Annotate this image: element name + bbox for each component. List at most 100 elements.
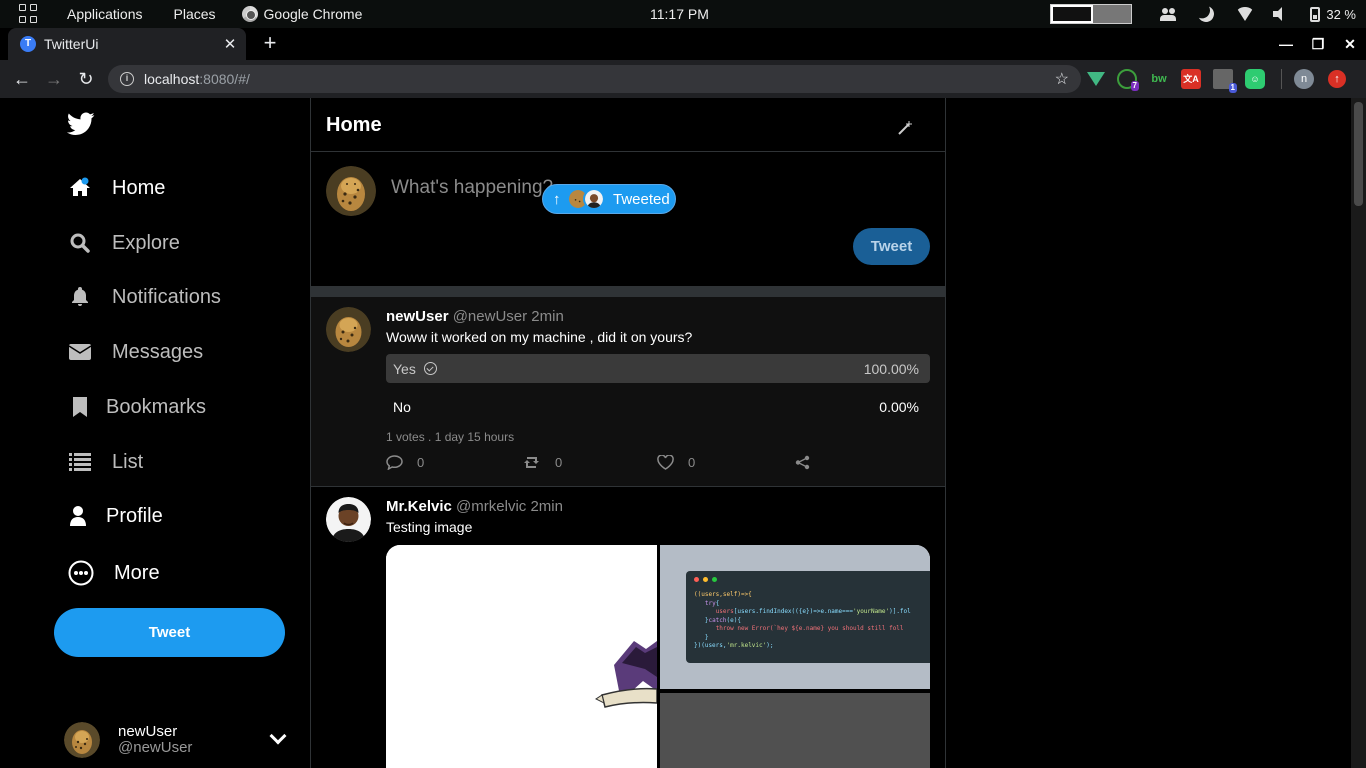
sidebar-item-messages[interactable]: Messages <box>68 340 203 364</box>
address-bar[interactable]: i localhost:8080/#/ ☆ <box>108 65 1081 93</box>
night-light-icon[interactable] <box>1196 4 1217 25</box>
retweet-icon <box>524 457 539 468</box>
sidebar-item-explore[interactable]: Explore <box>68 231 180 255</box>
update-icon[interactable]: ↑ <box>1328 70 1346 88</box>
battery-icon[interactable] <box>1310 6 1321 22</box>
list-icon <box>69 453 91 471</box>
avatar[interactable] <box>326 497 371 542</box>
extension-badge: 1 <box>1228 83 1237 93</box>
bookmark-star-icon[interactable]: ☆ <box>1055 69 1069 89</box>
sidebar-item-profile[interactable]: Profile <box>68 504 163 528</box>
site-info-icon[interactable]: i <box>120 72 134 86</box>
account-switcher[interactable]: newUser @newUser <box>64 722 287 758</box>
app-grid-icon[interactable] <box>19 4 39 24</box>
tweet-composer: What's happening? ↑ Tweeted Tweet <box>311 152 945 287</box>
box-extension-icon[interactable]: 1 <box>1213 69 1237 93</box>
tweet[interactable]: Mr.Kelvic @mrkelvic 2min Testing image (… <box>311 487 945 768</box>
page-title: Home <box>326 114 382 136</box>
workspace-2[interactable] <box>1093 5 1132 23</box>
tweet-header: newUser @newUser 2min <box>386 308 564 325</box>
close-tab-icon[interactable]: ✕ <box>222 35 238 53</box>
reload-button[interactable]: ↻ <box>70 69 102 90</box>
workspace-1[interactable] <box>1051 5 1094 23</box>
sidebar-item-label: Explore <box>112 231 180 254</box>
sidebar-item-home[interactable]: Home <box>68 176 165 200</box>
envelope-icon <box>68 344 92 360</box>
tweet-text: Testing image <box>386 519 473 535</box>
share-icon <box>795 455 810 470</box>
tweet-time: 2min <box>530 498 563 515</box>
avatar <box>583 188 605 210</box>
tweet[interactable]: newUser @newUser 2min Woww it worked on … <box>311 297 945 487</box>
tab-strip: T TwitterUi ✕ + — ❐ ✕ <box>0 28 1366 60</box>
tweet-author-name[interactable]: newUser <box>386 308 449 325</box>
wifi-icon[interactable] <box>1236 7 1255 21</box>
twitter-logo-icon[interactable] <box>67 112 95 136</box>
reply-button[interactable]: 0 <box>386 455 424 470</box>
search-icon <box>70 233 90 253</box>
sidebar-item-label: Bookmarks <box>106 395 207 418</box>
more-icon <box>68 560 94 586</box>
heart-icon <box>657 455 674 470</box>
sidebar-item-notifications[interactable]: Notifications <box>68 285 221 309</box>
timeline: Home What's happening? ↑ Tweeted Tweet n… <box>310 98 946 768</box>
back-button[interactable]: ← <box>6 69 38 90</box>
users-icon[interactable] <box>1160 6 1177 22</box>
sidebar: Home Explore Notifications Messages Book… <box>0 98 310 768</box>
tweet-time: 2min <box>531 308 564 325</box>
chrome-icon <box>241 6 258 22</box>
sidebar-item-bookmarks[interactable]: Bookmarks <box>68 395 206 419</box>
node-extension-icon[interactable]: 7 <box>1117 69 1139 91</box>
logo-illustration <box>595 641 658 708</box>
green-extension-icon[interactable]: ☺ <box>1245 69 1265 89</box>
close-window-icon[interactable]: ✕ <box>1334 28 1366 60</box>
tweet-image[interactable] <box>660 693 930 768</box>
compose-input[interactable]: What's happening? <box>391 177 553 199</box>
places-menu[interactable]: Places <box>174 6 216 22</box>
forward-button[interactable]: → <box>38 69 70 90</box>
sidebar-tweet-button[interactable]: Tweet <box>54 608 285 657</box>
window-dots <box>694 577 717 582</box>
translate-extension-icon[interactable]: 文A <box>1181 69 1201 89</box>
volume-icon[interactable] <box>1272 6 1288 22</box>
retweet-button[interactable]: 0 <box>524 455 562 470</box>
tweet-image[interactable]: ((users,self)=>{ try{ users[users.findIn… <box>660 545 930 689</box>
clock[interactable]: 11:17 PM <box>650 6 709 22</box>
poll-option-yes[interactable]: Yes 100.00% <box>386 354 930 383</box>
avatar <box>64 722 100 758</box>
workspace-switcher[interactable] <box>1050 4 1133 24</box>
page-scrollbar[interactable] <box>1351 98 1366 768</box>
tweet-author-name[interactable]: Mr.Kelvic <box>386 498 452 515</box>
share-button[interactable] <box>794 455 825 470</box>
active-app-label: Google Chrome <box>263 6 363 22</box>
restore-icon[interactable]: ❐ <box>1302 28 1334 60</box>
tweet-media-grid[interactable]: ((users,self)=>{ try{ users[users.findIn… <box>386 545 930 768</box>
scrollbar-thumb[interactable] <box>1354 102 1363 206</box>
bw-extension-icon[interactable]: bw <box>1149 69 1169 89</box>
new-tab-button[interactable]: + <box>260 32 280 54</box>
sparkle-icon[interactable] <box>897 120 913 136</box>
vue-devtools-icon[interactable] <box>1087 72 1105 86</box>
chrome-profile-avatar[interactable]: n <box>1294 69 1314 89</box>
chevron-down-icon[interactable] <box>269 727 287 745</box>
tab-twitterui[interactable]: T TwitterUi ✕ <box>8 28 246 60</box>
url-host: localhost <box>144 71 200 87</box>
minimize-icon[interactable]: — <box>1270 28 1302 60</box>
browser-toolbar: ← → ↻ i localhost:8080/#/ ☆ 7 bw 文A 1 ☺ … <box>0 60 1366 98</box>
battery-percent: 32 % <box>1326 6 1356 22</box>
active-app-menu[interactable]: Google Chrome <box>241 6 363 22</box>
account-name: newUser <box>118 723 178 740</box>
avatar[interactable] <box>326 307 371 352</box>
poll-option-no[interactable]: No 0.00% <box>386 392 930 421</box>
retweet-count: 0 <box>555 455 563 470</box>
sidebar-item-label: Home <box>112 176 166 199</box>
applications-menu[interactable]: Applications <box>67 6 143 22</box>
reply-count: 0 <box>417 455 425 470</box>
tweeted-toast[interactable]: ↑ Tweeted <box>542 184 676 214</box>
sidebar-item-list[interactable]: List <box>68 450 143 474</box>
like-count: 0 <box>688 455 696 470</box>
compose-tweet-button[interactable]: Tweet <box>853 228 930 265</box>
like-button[interactable]: 0 <box>657 455 695 470</box>
sidebar-item-more[interactable]: More <box>68 560 160 586</box>
tweet-image[interactable] <box>386 545 658 768</box>
